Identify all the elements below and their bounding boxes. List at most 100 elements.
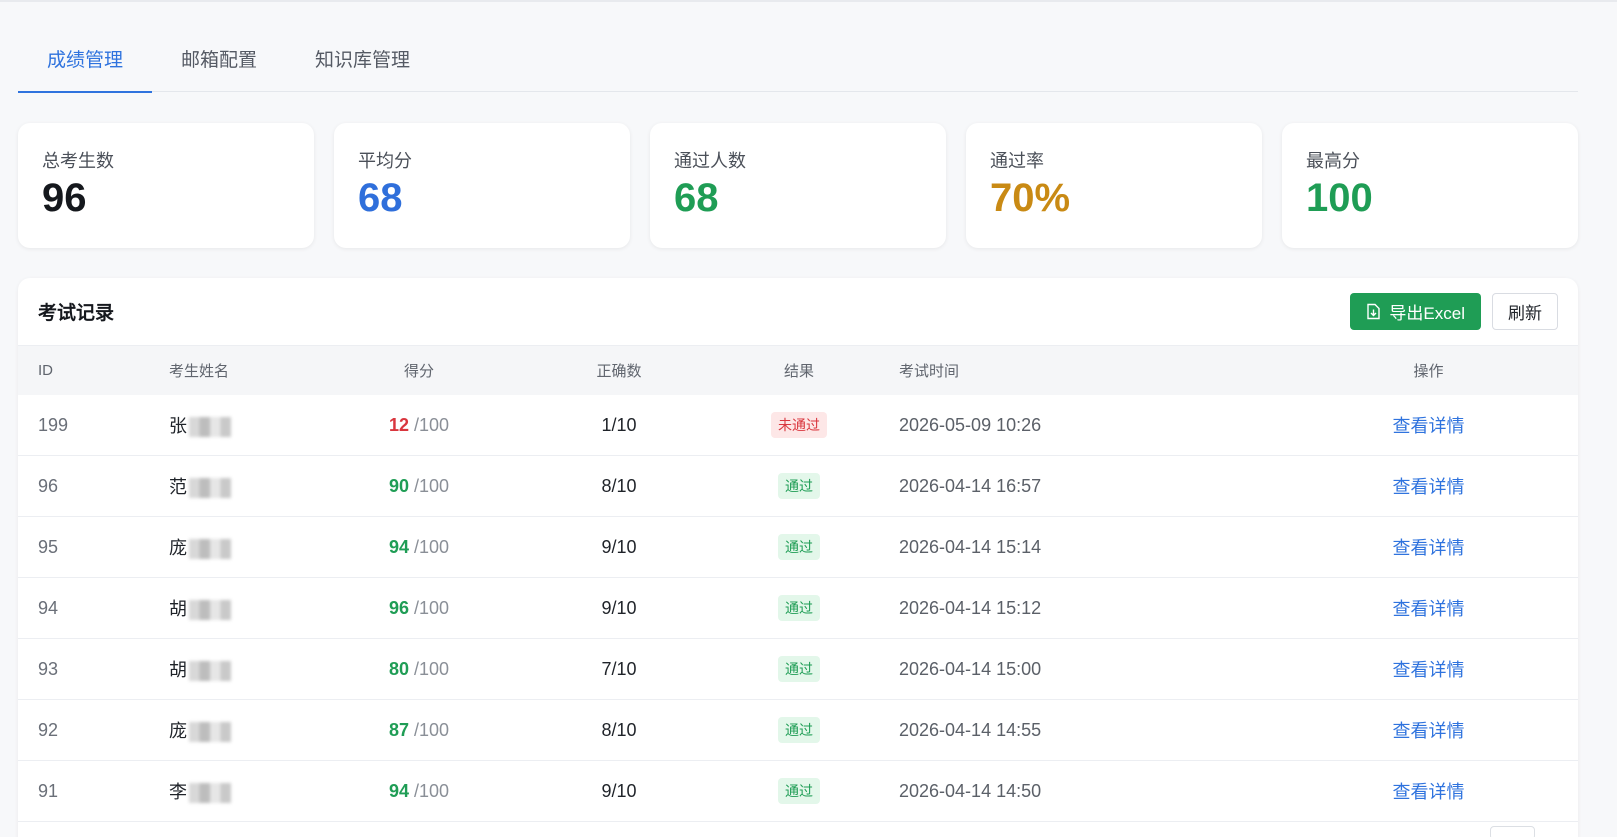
score-value: 96 bbox=[388, 597, 409, 618]
cell-id: 199 bbox=[38, 414, 69, 435]
stat-label: 最高分 bbox=[1306, 151, 1360, 171]
cell-action: 查看详情 bbox=[1279, 717, 1578, 743]
score-value: 90 bbox=[388, 475, 409, 496]
name-text: 胡 bbox=[169, 599, 187, 619]
cell-result: 通过 bbox=[719, 717, 879, 743]
score-total: /100 bbox=[414, 597, 450, 618]
cell-correct: 7/10 bbox=[601, 658, 637, 679]
table-row: 93 胡 80 /100 7/10 通过 2026-04-14 15:00 查看… bbox=[18, 639, 1578, 700]
cell-time: 2026-04-14 14:55 bbox=[899, 719, 1042, 740]
stat-value: 96 bbox=[42, 176, 87, 220]
cell-correct: 9/10 bbox=[601, 597, 637, 618]
cell-name: 庞 bbox=[149, 717, 319, 743]
refresh-button[interactable]: 刷新 bbox=[1492, 293, 1558, 330]
result-badge: 通过 bbox=[778, 656, 820, 682]
col-result[interactable]: 结果 bbox=[719, 360, 879, 381]
result-badge: 通过 bbox=[778, 778, 820, 804]
cell-result: 通过 bbox=[719, 473, 879, 499]
cell-score: 96 /100 bbox=[319, 598, 519, 619]
cell-action: 查看详情 bbox=[1279, 412, 1578, 438]
cell-id: 95 bbox=[38, 536, 59, 557]
cell-time: 2026-04-14 16:57 bbox=[899, 475, 1042, 496]
col-time[interactable]: 考试时间 bbox=[879, 360, 1279, 381]
cell-result: 通过 bbox=[719, 656, 879, 682]
cell-time: 2026-04-14 15:14 bbox=[899, 536, 1042, 557]
name-text: 张 bbox=[169, 416, 187, 436]
tab-email-config[interactable]: 邮箱配置 bbox=[152, 30, 286, 92]
cell-score: 94 /100 bbox=[319, 537, 519, 558]
cell-name: 胡 bbox=[149, 656, 319, 682]
score-total: /100 bbox=[414, 536, 450, 557]
cell-result: 通过 bbox=[719, 778, 879, 804]
result-badge: 通过 bbox=[778, 595, 820, 621]
score-total: /100 bbox=[414, 658, 450, 679]
table-row: 95 庞 94 /100 9/10 通过 2026-04-14 15:14 查看… bbox=[18, 517, 1578, 578]
result-badge: 通过 bbox=[778, 717, 820, 743]
score-total: /100 bbox=[414, 780, 450, 801]
stat-value: 70% bbox=[990, 176, 1071, 220]
view-details-link[interactable]: 查看详情 bbox=[1393, 416, 1465, 436]
cell-result: 未通过 bbox=[719, 412, 879, 438]
name-text: 胡 bbox=[169, 660, 187, 680]
cell-score: 80 /100 bbox=[319, 659, 519, 680]
stat-label: 平均分 bbox=[358, 151, 412, 171]
cell-result: 通过 bbox=[719, 595, 879, 621]
col-score[interactable]: 得分 bbox=[319, 360, 519, 381]
cell-correct: 8/10 bbox=[601, 719, 637, 740]
stat-card-pass-rate: 通过率 70% bbox=[966, 123, 1262, 248]
col-correct[interactable]: 正确数 bbox=[519, 360, 719, 381]
redacted-name bbox=[189, 600, 231, 621]
score-total: /100 bbox=[414, 414, 450, 435]
name-text: 庞 bbox=[169, 721, 187, 741]
table-header: ID 考生姓名 得分 正确数 结果 考试时间 操作 bbox=[18, 346, 1578, 395]
tab-knowledge-base[interactable]: 知识库管理 bbox=[286, 30, 439, 92]
score-total: /100 bbox=[414, 719, 450, 740]
name-text: 范 bbox=[169, 477, 187, 497]
cell-action: 查看详情 bbox=[1279, 595, 1578, 621]
col-id[interactable]: ID bbox=[18, 362, 149, 379]
score-value: 80 bbox=[388, 658, 409, 679]
cell-action: 查看详情 bbox=[1279, 656, 1578, 682]
cell-name: 张 bbox=[149, 412, 319, 438]
cell-name: 李 bbox=[149, 778, 319, 804]
stat-value: 100 bbox=[1306, 176, 1373, 220]
panel-title: 考试记录 bbox=[38, 303, 115, 324]
redacted-name bbox=[189, 539, 231, 560]
cell-score: 90 /100 bbox=[319, 476, 519, 497]
cell-name: 庞 bbox=[149, 534, 319, 560]
view-details-link[interactable]: 查看详情 bbox=[1393, 477, 1465, 497]
cell-time: 2026-05-09 10:26 bbox=[899, 414, 1042, 435]
tab-score-management[interactable]: 成绩管理 bbox=[18, 30, 153, 93]
cell-id: 94 bbox=[38, 597, 59, 618]
cell-id: 93 bbox=[38, 658, 59, 679]
table-row: 91 李 94 /100 9/10 通过 2026-04-14 14:50 查看… bbox=[18, 761, 1578, 822]
cell-correct: 9/10 bbox=[601, 780, 637, 801]
cell-time: 2026-04-14 14:50 bbox=[899, 780, 1042, 801]
redacted-name bbox=[189, 722, 231, 743]
view-details-link[interactable]: 查看详情 bbox=[1393, 782, 1465, 802]
view-details-link[interactable]: 查看详情 bbox=[1393, 538, 1465, 558]
cell-name: 胡 bbox=[149, 595, 319, 621]
score-value: 87 bbox=[388, 719, 409, 740]
view-details-link[interactable]: 查看详情 bbox=[1393, 599, 1465, 619]
cell-correct: 8/10 bbox=[601, 475, 637, 496]
cell-action: 查看详情 bbox=[1279, 534, 1578, 560]
view-details-link[interactable]: 查看详情 bbox=[1393, 660, 1465, 680]
view-details-link[interactable]: 查看详情 bbox=[1393, 721, 1465, 741]
export-excel-button[interactable]: 导出Excel bbox=[1350, 293, 1481, 330]
cell-id: 96 bbox=[38, 475, 59, 496]
col-name[interactable]: 考生姓名 bbox=[149, 360, 319, 381]
cell-action: 查看详情 bbox=[1279, 778, 1578, 804]
cell-id: 91 bbox=[38, 780, 59, 801]
export-excel-label: 导出Excel bbox=[1389, 304, 1465, 323]
stat-label: 通过人数 bbox=[674, 151, 746, 171]
stat-value: 68 bbox=[674, 176, 719, 220]
cell-action: 查看详情 bbox=[1279, 473, 1578, 499]
redacted-name bbox=[189, 478, 231, 499]
top-divider bbox=[0, 0, 1617, 2]
table-row: 96 范 90 /100 8/10 通过 2026-04-14 16:57 查看… bbox=[18, 456, 1578, 517]
exam-records-panel: 考试记录 导出Excel 刷新 ID 考生姓名 得分 正确数 结果 考试时间 操… bbox=[18, 278, 1578, 837]
pagination-stub[interactable] bbox=[1490, 826, 1535, 837]
stats-row: 总考生数 96 平均分 68 通过人数 68 通过率 70% 最高分 100 bbox=[18, 123, 1578, 248]
cell-score: 12 /100 bbox=[319, 415, 519, 436]
